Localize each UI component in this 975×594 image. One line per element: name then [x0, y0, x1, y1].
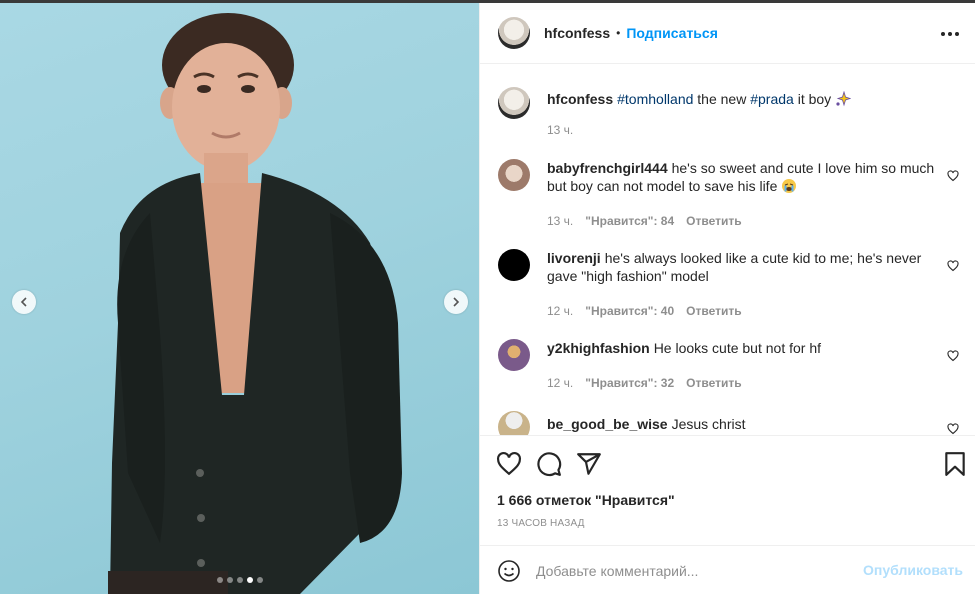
like-comment-heart-icon[interactable] [947, 170, 959, 182]
caption-username[interactable]: hfconfess [547, 91, 613, 107]
reply-button[interactable]: Ответить [686, 304, 741, 318]
more-icon[interactable] [941, 25, 959, 43]
post-photo [108, 13, 402, 594]
comment-username[interactable]: be_good_be_wise [547, 416, 668, 432]
post-header: hfconfess • Подписаться [480, 3, 975, 64]
caption-time[interactable]: 13 ч. [547, 123, 573, 137]
reply-button[interactable]: Ответить [686, 214, 741, 228]
smile-icon[interactable] [497, 559, 521, 583]
comment-text: livorenji he's always looked like a cute … [547, 249, 937, 285]
share-icon[interactable] [576, 451, 602, 477]
crying-emoji-icon [782, 179, 797, 193]
likes-count[interactable]: 1 666 отметок "Нравится" [497, 492, 675, 508]
comment-meta: 12 ч. "Нравится": 32 Ответить [547, 376, 742, 390]
hashtag-link[interactable]: #prada [750, 91, 794, 107]
post-side-panel: hfconfess • Подписаться hfconfess #tomhol… [479, 3, 975, 594]
comment-input[interactable] [536, 559, 856, 583]
slide-dot [257, 577, 263, 583]
comments-list[interactable]: hfconfess #tomholland the new #prada it b… [480, 65, 975, 435]
slide-dot [217, 577, 223, 583]
post-media[interactable] [0, 3, 479, 594]
header-separator: • [616, 26, 621, 40]
chevron-right-icon [453, 297, 460, 307]
author-avatar[interactable] [498, 17, 530, 49]
publish-comment-button[interactable]: Опубликовать [863, 562, 963, 578]
bookmark-icon[interactable] [942, 451, 968, 477]
comment-body: he's always looked like a cute kid to me… [547, 250, 922, 284]
caption-text: hfconfess #tomholland the new #prada it b… [547, 90, 937, 108]
hashtag-link[interactable]: #tomholland [617, 91, 693, 107]
post-timestamp[interactable]: 13 ЧАСОВ НАЗАД [497, 518, 585, 529]
commenter-avatar[interactable] [498, 339, 530, 371]
chevron-left-icon [20, 297, 27, 307]
instagram-post-modal: hfconfess • Подписаться hfconfess #tomhol… [0, 0, 975, 594]
heart-icon[interactable] [496, 451, 522, 477]
like-comment-heart-icon[interactable] [947, 423, 959, 435]
commenter-avatar[interactable] [498, 249, 530, 281]
follow-button[interactable]: Подписаться [626, 25, 718, 41]
slide-dot-active [247, 577, 253, 583]
comment-meta: 12 ч. "Нравится": 40 Ответить [547, 304, 742, 318]
slide-indicator [217, 577, 263, 583]
comment-likes[interactable]: "Нравится": 84 [585, 214, 674, 228]
previous-slide-button[interactable] [12, 290, 36, 314]
reply-button[interactable]: Ответить [686, 376, 741, 390]
caption-meta: 13 ч. [547, 123, 573, 137]
add-comment-row: Опубликовать [480, 545, 975, 594]
comment-text: babyfrenchgirl444 he's so sweet and cute … [547, 159, 937, 195]
commenter-avatar[interactable] [498, 411, 530, 435]
comment-time[interactable]: 12 ч. [547, 376, 573, 390]
comment-likes[interactable]: "Нравится": 40 [585, 304, 674, 318]
like-comment-heart-icon[interactable] [947, 350, 959, 362]
comment-body: Jesus christ [671, 416, 746, 432]
comment-time[interactable]: 13 ч. [547, 214, 573, 228]
caption-fragment: it boy [793, 91, 836, 107]
comment-time[interactable]: 12 ч. [547, 304, 573, 318]
comment-text: y2khighfashion He looks cute but not for … [547, 339, 937, 357]
sparkle-emoji-icon [836, 91, 852, 107]
comment-icon[interactable] [536, 451, 562, 477]
caption-fragment: the new [693, 91, 751, 107]
comment-likes[interactable]: "Нравится": 32 [585, 376, 674, 390]
next-slide-button[interactable] [444, 290, 468, 314]
comment-username[interactable]: y2khighfashion [547, 340, 650, 356]
comment-username[interactable]: babyfrenchgirl444 [547, 160, 668, 176]
comment-meta: 13 ч. "Нравится": 84 Ответить [547, 214, 742, 228]
slide-dot [237, 577, 243, 583]
comment-username[interactable]: livorenji [547, 250, 601, 266]
slide-dot [227, 577, 233, 583]
caption-avatar[interactable] [498, 87, 530, 119]
like-comment-heart-icon[interactable] [947, 260, 959, 272]
post-actions: 1 666 отметок "Нравится" 13 ЧАСОВ НАЗАД [480, 435, 975, 545]
author-username[interactable]: hfconfess [544, 25, 610, 41]
comment-body: He looks cute but not for hf [653, 340, 822, 356]
commenter-avatar[interactable] [498, 159, 530, 191]
comment-text: be_good_be_wise Jesus christ [547, 415, 937, 433]
